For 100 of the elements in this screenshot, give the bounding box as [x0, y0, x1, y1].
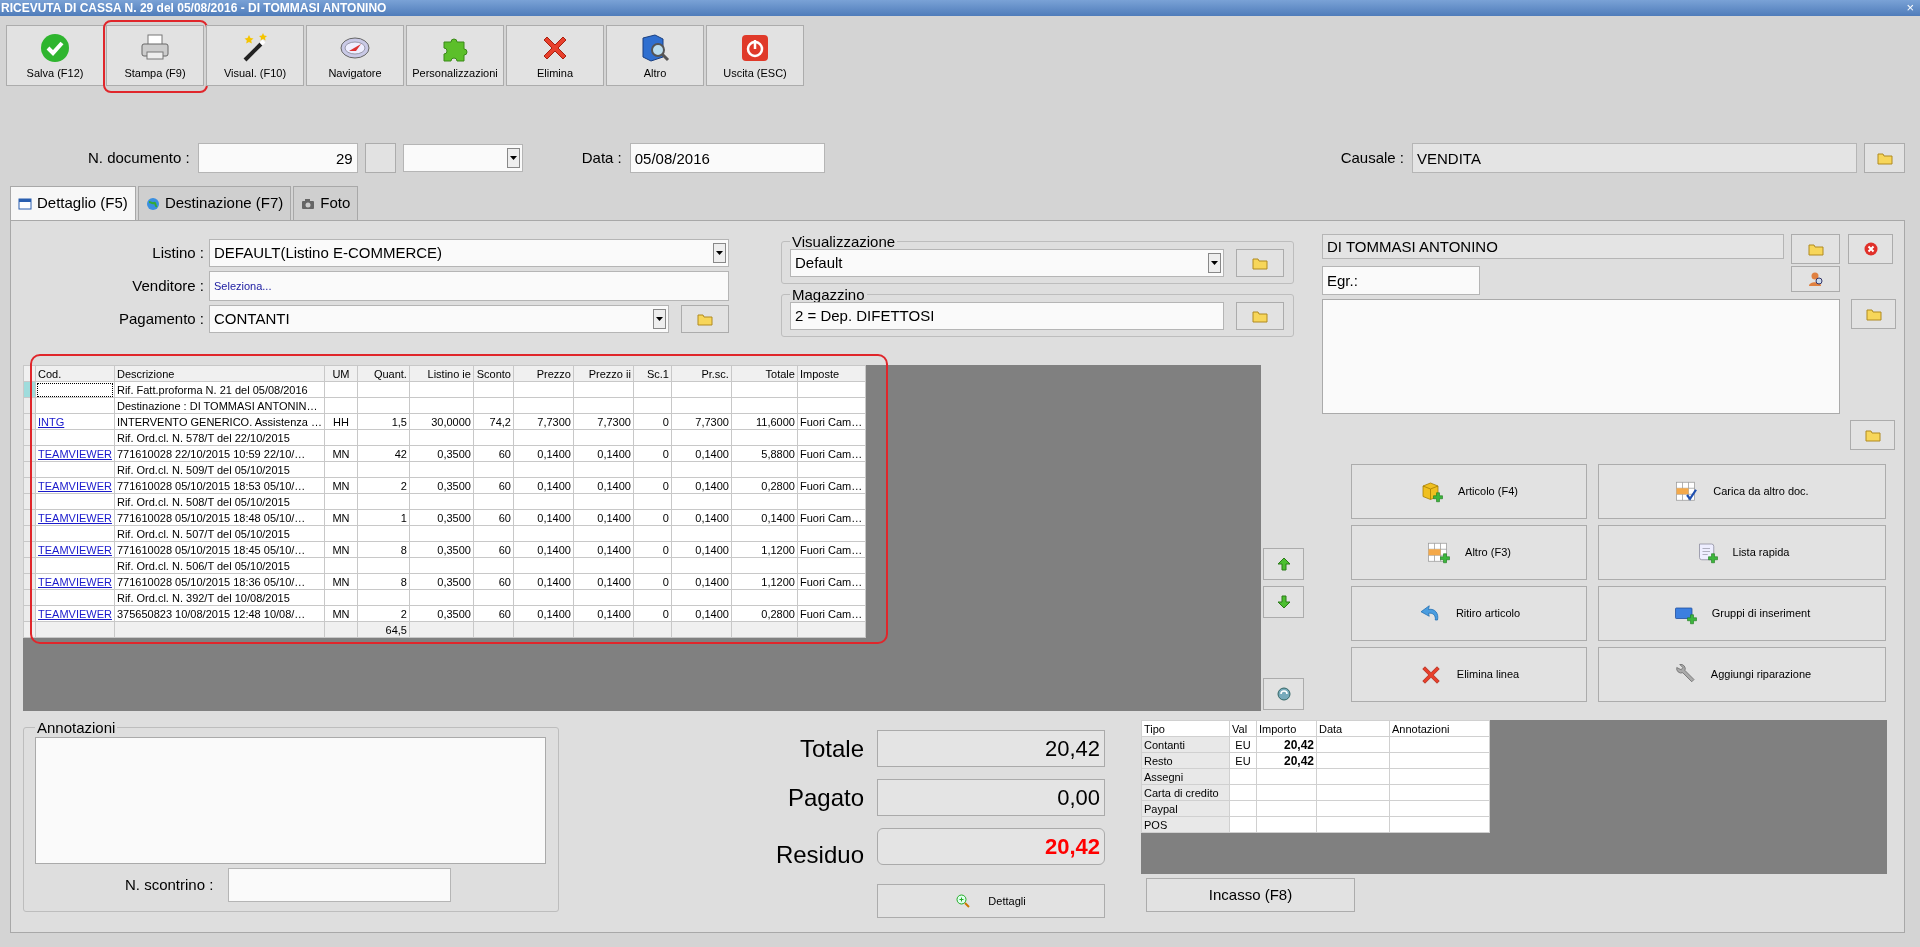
move-up-button[interactable] [1263, 548, 1304, 580]
table-cell: 1,5 [357, 413, 410, 430]
details-button[interactable]: Dettagli [877, 884, 1105, 918]
toolbar-button[interactable]: Stampa (F9) [106, 25, 204, 86]
group-legend: Visualizzazione [790, 234, 898, 249]
document-number-field[interactable]: 29 [197, 143, 358, 173]
table-cell: 0,3500 [409, 541, 474, 558]
action-button[interactable]: Aggiungi riparazione [1598, 647, 1886, 702]
table-cell: MN [324, 541, 358, 558]
folder-button[interactable] [1791, 234, 1840, 264]
table-cell: 0,3500 [409, 445, 474, 462]
toolbar-button[interactable]: Elimina [506, 25, 604, 86]
folder-icon [1252, 256, 1269, 270]
small-button[interactable] [364, 143, 396, 173]
table-cell: Fuori Cam… [797, 605, 866, 622]
table-cell: Rif. Fatt.proforma N. 21 del 05/08/2016 [114, 381, 325, 398]
folder-button[interactable] [1236, 249, 1284, 277]
table-cell: 0,1400 [573, 445, 634, 462]
warehouse-field[interactable]: 2 = Dep. DIFETTOSI [790, 302, 1225, 330]
table-cell: 7,7300 [671, 413, 732, 430]
payment-dropdown[interactable]: CONTANTI [209, 305, 669, 333]
table-cell: HH [324, 413, 358, 430]
toolbar-button[interactable]: Navigatore [306, 25, 404, 86]
table-cell: 8 [357, 541, 410, 558]
view-dropdown[interactable]: Default [790, 249, 1225, 277]
series-dropdown[interactable] [402, 144, 523, 172]
toolbar-button[interactable]: Uscita (ESC) [706, 25, 804, 86]
folder-button[interactable] [1851, 299, 1896, 329]
column-header: Totale [731, 365, 798, 382]
action-button[interactable]: Gruppi di inseriment [1598, 586, 1886, 641]
table-cell: 0 [633, 413, 672, 430]
folder-button[interactable] [1850, 420, 1895, 450]
total-cell: 64,5 [357, 621, 410, 638]
action-button[interactable]: Lista rapida [1598, 525, 1886, 580]
table-cell: Rif. Ord.cl. N. 578/T del 22/10/2015 [114, 429, 325, 446]
caret-icon [656, 317, 663, 321]
price-list-dropdown[interactable]: DEFAULT(Listino E-COMMERCE) [209, 239, 729, 267]
column-header: Val [1229, 720, 1257, 737]
table-cell: 60 [473, 477, 514, 494]
field-label: Listino : [151, 242, 205, 263]
toolbar-button[interactable]: Visual. (F10) [206, 25, 304, 86]
table-cell: 30,0000 [409, 413, 474, 430]
toolbar-button[interactable]: Salva (F12) [6, 25, 104, 86]
toolbar-button[interactable]: Personalizzazioni [406, 25, 504, 86]
table-cell: Destinazione : DI TOMMASI ANTONIN… [114, 397, 325, 414]
folder-button[interactable] [681, 305, 729, 333]
tab[interactable]: Dettaglio (F5) [10, 186, 136, 220]
window-icon [18, 196, 32, 211]
move-down-button[interactable] [1263, 586, 1304, 618]
column-header: UM [324, 365, 358, 382]
table-cell: Fuori Cam… [797, 573, 866, 590]
table-cell: 375650823 10/08/2015 12:48 10/08/… [114, 605, 325, 622]
salutation-field[interactable]: Egr.: [1322, 266, 1480, 295]
seller-field[interactable]: Seleziona... [209, 271, 729, 301]
table-cell: 42 [357, 445, 410, 462]
tab[interactable]: Foto [293, 186, 359, 220]
refresh-button[interactable] [1263, 678, 1304, 710]
magnifier-plus-icon [956, 894, 971, 908]
table-cell: Rif. Ord.cl. N. 507/T del 05/10/2015 [114, 525, 325, 542]
total-value: 20,42 [877, 730, 1105, 767]
table-cell: 0,1400 [671, 509, 732, 526]
action-button[interactable]: Articolo (F4) [1351, 464, 1587, 519]
tab[interactable]: Destinazione (F7) [137, 186, 292, 220]
table-cell: 0,1400 [671, 605, 732, 622]
table-cell: 60 [473, 445, 514, 462]
table-cell: 7,7300 [573, 413, 634, 430]
table-cell: 0,1400 [573, 605, 634, 622]
reason-field[interactable]: VENDITA [1412, 143, 1857, 173]
date-field[interactable]: 05/08/2016 [629, 143, 825, 173]
table-cell: 2 [357, 605, 410, 622]
action-button[interactable]: Ritiro articolo [1351, 586, 1587, 641]
column-header: Sc.1 [633, 365, 672, 382]
table-cell: 0,1400 [513, 509, 574, 526]
camera-icon [301, 196, 316, 211]
caret-icon [716, 251, 723, 255]
table-cell: 7,7300 [513, 413, 574, 430]
table-cell: Rif. Ord.cl. N. 509/T del 05/10/2015 [114, 461, 325, 478]
column-header: Descrizione [114, 365, 325, 382]
cube-plus-icon [1420, 479, 1445, 504]
folder-icon [1865, 307, 1882, 321]
customer-search-button[interactable] [1791, 266, 1840, 292]
action-button[interactable]: Carica da altro doc. [1598, 464, 1886, 519]
collect-button[interactable]: Incasso (F8) [1146, 878, 1355, 912]
group-legend: Annotazioni [35, 720, 118, 735]
table-cell: Fuori Cam… [797, 541, 866, 558]
action-button[interactable]: Altro (F3) [1351, 525, 1587, 580]
address-textarea[interactable] [1322, 299, 1840, 414]
customer-name-field[interactable]: DI TOMMASI ANTONINO [1322, 234, 1784, 259]
folder-button[interactable] [1236, 302, 1284, 330]
check-icon [39, 32, 71, 64]
folder-button[interactable] [1864, 143, 1905, 173]
table-cell: 0,3500 [409, 509, 474, 526]
caret-icon [1211, 261, 1219, 265]
remove-button[interactable] [1848, 234, 1893, 264]
receipt-number-field[interactable] [228, 868, 452, 902]
table-cell: MN [324, 509, 358, 526]
action-button[interactable]: Elimina linea [1351, 647, 1587, 702]
table-cell: 0,1400 [671, 445, 732, 462]
table-cell: 0,1400 [573, 573, 634, 590]
toolbar-button[interactable]: Altro [606, 25, 704, 86]
